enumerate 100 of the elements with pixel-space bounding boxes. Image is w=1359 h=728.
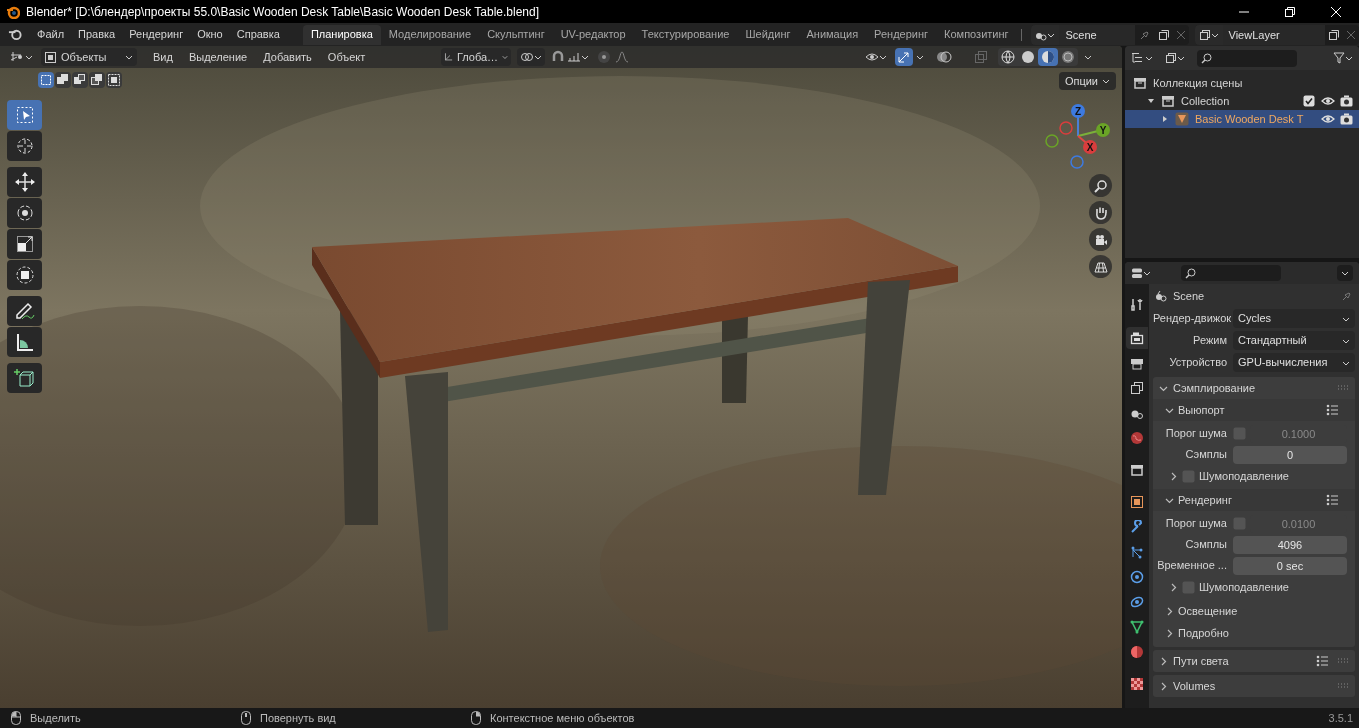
subpanel-header[interactable]: Шумоподавление [1199, 467, 1347, 485]
preset-list-icon[interactable] [1326, 404, 1339, 416]
preset-list-icon[interactable] [1316, 655, 1329, 667]
view-layer-selector[interactable] [1194, 24, 1223, 45]
workspace-tab[interactable]: Рендеринг [866, 24, 937, 45]
expand-triangle-icon[interactable] [1147, 97, 1155, 105]
checkbox-icon[interactable] [1303, 95, 1315, 107]
selection-mode-button[interactable] [106, 72, 122, 88]
move-tool-button[interactable] [7, 167, 42, 197]
menu-item[interactable]: Выделение [180, 48, 256, 66]
workspace-tab[interactable]: Планировка [302, 24, 381, 45]
pin-icon[interactable] [1341, 290, 1353, 302]
scale-tool-button[interactable] [7, 229, 42, 259]
chevron-right-icon[interactable] [1165, 628, 1174, 638]
number-field[interactable]: 0 sec [1233, 556, 1347, 575]
selection-mode-button[interactable] [38, 72, 54, 88]
add-cube-tool-button[interactable] [7, 363, 42, 393]
falloff-curve-icon[interactable] [615, 51, 629, 63]
selection-mode-button[interactable] [72, 72, 88, 88]
scene-selector[interactable] [1031, 24, 1060, 45]
menu-item[interactable]: Файл [30, 24, 72, 45]
display-mode-dropdown[interactable] [1131, 52, 1153, 64]
subpanel-header[interactable]: Освещение [1178, 602, 1347, 620]
chevron-right-icon[interactable] [1159, 656, 1168, 666]
selection-mode-button[interactable] [89, 72, 105, 88]
orientation-dropdown[interactable]: Глоба… [441, 48, 511, 66]
duplicate-icon[interactable] [1328, 28, 1340, 41]
view-layer-field[interactable]: ViewLayer [1222, 24, 1325, 45]
editor-type-selector[interactable] [10, 51, 33, 63]
subpanel-header[interactable]: Шумоподавление [1199, 578, 1347, 596]
visibility-dropdown[interactable] [865, 51, 887, 63]
grip-icon[interactable] [1337, 385, 1349, 391]
workspace-tab[interactable]: Композитинг [936, 24, 1017, 45]
preset-list-icon[interactable] [1326, 494, 1339, 506]
workspace-tab[interactable]: Шейдинг [737, 24, 799, 45]
eye-icon[interactable] [1321, 113, 1335, 125]
close-icon[interactable] [1346, 29, 1356, 40]
properties-tab[interactable] [1126, 327, 1148, 349]
search-field[interactable] [1181, 265, 1281, 281]
menu-item[interactable]: Правка [71, 24, 123, 45]
caret-icon[interactable] [1084, 53, 1092, 61]
camera-icon[interactable] [1340, 95, 1353, 107]
menu-item[interactable]: Справка [229, 24, 287, 45]
workspace-tab[interactable]: UV-редактор [552, 24, 634, 45]
editor-type-selector[interactable] [1131, 267, 1151, 279]
snap-dropdown[interactable] [567, 51, 589, 63]
options-dropdown[interactable]: Опции [1058, 72, 1116, 90]
blender-logo-icon[interactable] [8, 28, 22, 41]
annotate-tool-button[interactable] [7, 296, 42, 326]
menu-item[interactable]: Рендеринг [122, 24, 191, 45]
cursor-tool-button[interactable] [7, 131, 42, 161]
menu-item[interactable]: Окно [190, 24, 230, 45]
grip-icon[interactable] [1337, 658, 1349, 664]
chevron-right-icon[interactable] [1159, 681, 1168, 691]
camera-icon[interactable] [1340, 113, 1353, 125]
pivot-dropdown[interactable] [517, 48, 545, 66]
shading-button[interactable] [998, 48, 1018, 66]
dropdown[interactable]: Стандартный [1233, 331, 1355, 350]
chevron-right-icon[interactable] [1169, 471, 1178, 481]
overlay-icon[interactable] [936, 50, 952, 64]
filter-dropdown[interactable] [1333, 52, 1353, 64]
transform-tool-button[interactable] [7, 260, 42, 290]
search-field[interactable] [1197, 49, 1297, 67]
scene-field[interactable]: Scene [1059, 24, 1135, 45]
chevron-right-icon[interactable] [1165, 606, 1174, 616]
options-caret-icon[interactable] [1337, 265, 1353, 281]
mode-dropdown[interactable]: Объекты [41, 48, 137, 66]
outliner-row[interactable]: Basic Wooden Desk T [1125, 110, 1359, 128]
gizmo-toggle[interactable] [895, 48, 913, 66]
proportional-edit-icon[interactable] [597, 50, 611, 64]
workspace-tab[interactable]: Моделирование [380, 24, 480, 45]
collapse-triangle-icon[interactable] [1161, 115, 1169, 123]
dropdown[interactable]: Cycles [1233, 309, 1355, 328]
panel-header[interactable]: Сэмплирование [1173, 379, 1337, 397]
grip-icon[interactable] [1337, 683, 1349, 689]
number-field[interactable]: 4096 [1233, 535, 1347, 554]
magnet-icon[interactable] [551, 50, 565, 64]
outliner-label: Collection [1181, 93, 1231, 109]
eye-icon[interactable] [1321, 95, 1335, 107]
view-layer-dropdown[interactable] [1165, 52, 1185, 64]
panel-header[interactable]: Пути света [1173, 652, 1316, 670]
number-field[interactable]: 0 [1233, 445, 1347, 464]
menu-item[interactable]: Вид [145, 48, 181, 66]
shading-button[interactable] [1038, 48, 1058, 66]
close-icon[interactable] [1175, 29, 1186, 40]
chevron-right-icon[interactable] [1169, 582, 1178, 592]
rotate-tool-button[interactable] [7, 198, 42, 228]
workspace-tab[interactable]: Скульптинг [479, 24, 553, 45]
dropdown[interactable]: GPU-вычисления [1233, 353, 1355, 372]
workspace-tab[interactable]: Анимация [798, 24, 867, 45]
measure-tool-button[interactable] [7, 327, 42, 357]
caret-icon[interactable] [916, 53, 924, 61]
panel-header[interactable]: Volumes [1173, 677, 1337, 695]
selection-mode-button[interactable] [55, 72, 71, 88]
menu-item[interactable]: Добавить [255, 48, 320, 66]
duplicate-icon[interactable] [1157, 28, 1170, 41]
subpanel-header[interactable]: Подробно [1178, 624, 1347, 642]
menu-item[interactable]: Объект [319, 48, 374, 66]
workspace-tab[interactable]: Текстурирование [633, 24, 738, 45]
select-tool-button[interactable] [7, 100, 42, 130]
